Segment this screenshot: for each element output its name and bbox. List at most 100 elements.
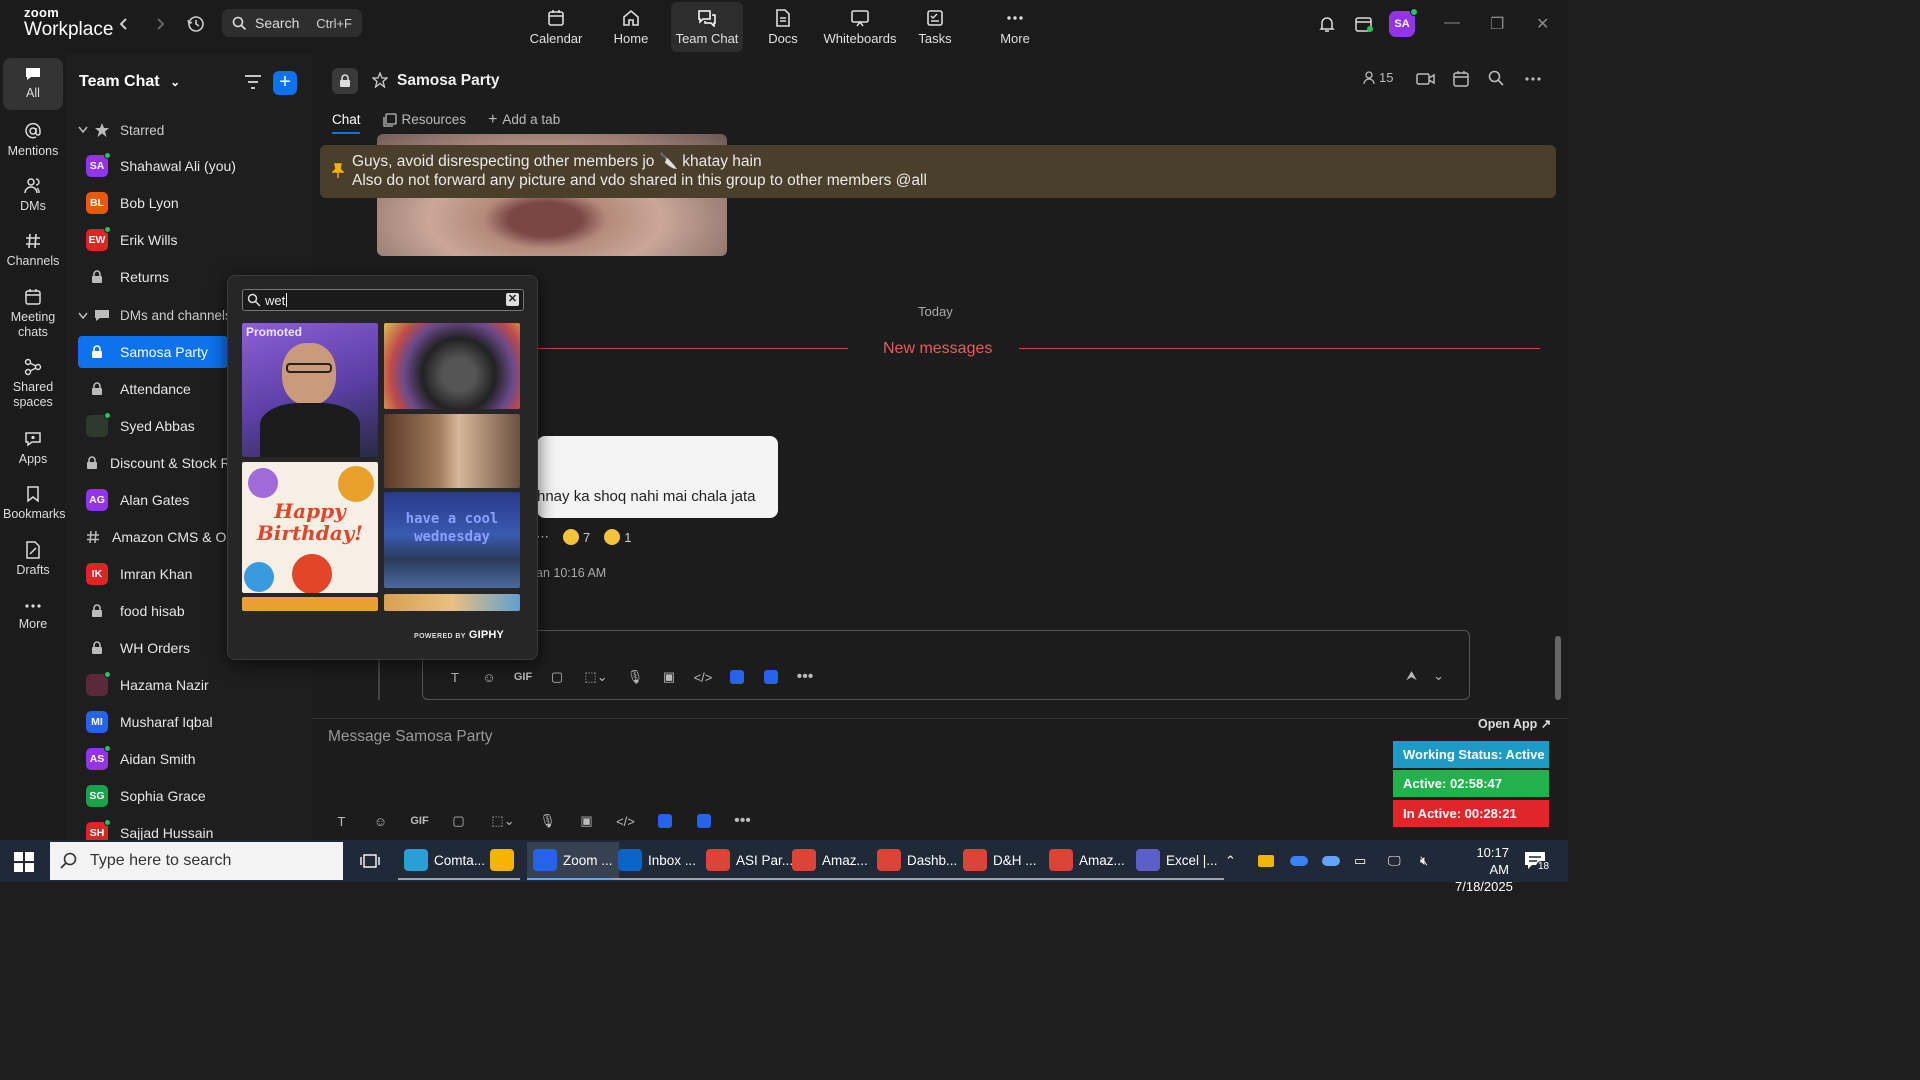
global-search[interactable]: Search Ctrl+F — [222, 9, 362, 37]
chat-scrollbar[interactable] — [1555, 636, 1561, 700]
channel-item[interactable]: Attendance — [78, 373, 228, 405]
text-format-icon[interactable]: T — [322, 814, 361, 829]
rail-item-all[interactable]: All — [3, 58, 63, 110]
video-message-icon[interactable]: ▣ — [567, 813, 606, 829]
channel-item[interactable]: SA Shahawal Ali (you) — [78, 150, 236, 182]
taskbar-app[interactable]: Amaz... — [786, 842, 874, 880]
filter-icon[interactable] — [244, 74, 262, 95]
rail-item-mentions[interactable]: Mentions — [3, 122, 63, 159]
file-icon[interactable]: ▢ — [439, 813, 478, 829]
channel-item[interactable]: Syed Abbas — [78, 410, 228, 442]
nav-tab-tasks[interactable]: Tasks — [899, 2, 971, 52]
channel-item[interactable]: Hazama Nazir — [78, 669, 228, 701]
app-blue-icon-2[interactable] — [684, 814, 723, 828]
taskbar-app[interactable]: Dashb... — [871, 842, 964, 880]
gif-result-birthday[interactable]: Happy Birthday! — [242, 462, 378, 593]
rail-item-dms[interactable]: DMs — [3, 177, 63, 214]
rail-item-meeting-chats[interactable]: Meeting chats — [3, 288, 63, 340]
volume-muted-icon[interactable]: 🔇︎ — [1420, 840, 1428, 882]
reply-composer[interactable] — [422, 630, 1470, 700]
section-starred[interactable]: Starred — [78, 122, 164, 138]
code-icon[interactable]: </> — [686, 670, 720, 685]
nav-tab-home[interactable]: Home — [595, 2, 667, 52]
gif-result-man[interactable] — [384, 414, 520, 488]
app-blue-icon-2[interactable] — [754, 670, 788, 684]
chevron-down-icon[interactable]: ⌄ — [1433, 668, 1444, 684]
screenshot-icon[interactable]: ⬚⌄ — [478, 813, 528, 829]
search-icon[interactable] — [1488, 70, 1504, 86]
reaction-grin[interactable]: 1 — [604, 529, 631, 545]
channel-item[interactable]: MI Musharaf Iqbal — [78, 706, 228, 738]
video-call-icon[interactable] — [1416, 72, 1436, 86]
nav-tab-whiteboards[interactable]: Whiteboards — [822, 2, 898, 52]
taskbar-app[interactable]: Zoom ... — [527, 842, 619, 880]
gif-icon[interactable]: GIF — [400, 815, 439, 827]
minimize-icon[interactable]: — — [1444, 14, 1460, 32]
taskbar-app[interactable] — [484, 842, 520, 880]
pinned-message[interactable]: Guys, avoid disrespecting other members … — [320, 145, 1556, 198]
emoji-icon[interactable]: ☺ — [361, 814, 400, 829]
channel-item[interactable]: BL Bob Lyon — [78, 187, 228, 219]
channel-item[interactable]: Discount & Stock R — [78, 447, 231, 479]
forward-arrow-icon[interactable] — [146, 12, 174, 36]
more-options-icon[interactable]: ••• — [723, 812, 762, 830]
gif-result-confetti[interactable] — [384, 323, 520, 409]
gif-result-promoted[interactable]: Promoted — [242, 323, 378, 457]
channel-item[interactable]: EW Erik Wills — [78, 224, 228, 256]
message-bubble[interactable]: hnay ka shoq nahi mai chala jata — [537, 436, 778, 518]
channel-item[interactable]: SG Sophia Grace — [78, 780, 228, 812]
reaction-laugh[interactable]: 7 — [563, 529, 590, 545]
open-app-link[interactable]: Open App ↗ — [1478, 716, 1551, 731]
rail-item-channels[interactable]: Channels — [3, 232, 63, 269]
star-outline-icon[interactable] — [371, 71, 389, 93]
file-icon[interactable]: ▢ — [540, 669, 574, 685]
rail-item-apps[interactable]: Apps — [3, 430, 63, 467]
channel-item[interactable]: Samosa Party — [78, 336, 228, 368]
gif-result-wednesday[interactable]: have a cool wednesday — [384, 492, 520, 588]
gif-icon[interactable]: GIF — [506, 671, 540, 683]
taskbar-app[interactable]: Comta... — [398, 842, 492, 880]
gif-result-partial[interactable] — [242, 597, 378, 611]
rail-item-more[interactable]: More — [3, 599, 63, 632]
gif-result-partial-2[interactable] — [384, 594, 520, 611]
schedule-icon[interactable] — [1452, 70, 1470, 88]
code-icon[interactable]: </> — [606, 814, 645, 829]
taskbar-app[interactable]: D&H ... — [957, 842, 1043, 880]
channel-item[interactable]: AS Aidan Smith — [78, 743, 228, 775]
taskbar-app[interactable]: Inbox ... — [612, 842, 703, 880]
more-options-icon[interactable]: ••• — [788, 668, 822, 686]
taskbar-app[interactable]: Amaz... — [1043, 842, 1131, 880]
onedrive-icon[interactable] — [1290, 840, 1308, 882]
tab-resources[interactable]: Resources — [382, 112, 466, 127]
rail-item-shared-spaces[interactable]: Shared spaces — [3, 358, 63, 410]
microphone-icon[interactable]: 🎙︎ — [528, 813, 567, 829]
send-icon[interactable]: ⮝ — [1406, 668, 1417, 684]
taskbar-app[interactable]: ASI Par... — [700, 842, 800, 880]
nav-tab-more[interactable]: More — [979, 2, 1051, 52]
tab-chat[interactable]: Chat — [332, 112, 361, 127]
nav-tab-docs[interactable]: Docs — [747, 2, 819, 52]
rail-item-drafts[interactable]: Drafts — [3, 541, 63, 578]
restore-icon[interactable]: ❐ — [1490, 14, 1504, 34]
battery-icon[interactable]: ▭ — [1354, 840, 1366, 882]
app-blue-icon[interactable] — [720, 670, 754, 684]
channel-item[interactable]: Returns — [78, 261, 228, 293]
section-dms-and-channels[interactable]: DMs and channels — [78, 308, 232, 323]
onedrive-icon-2[interactable] — [1322, 840, 1340, 882]
app-blue-icon[interactable] — [645, 814, 684, 828]
video-message-icon[interactable]: ▣ — [652, 669, 686, 685]
task-view-icon[interactable] — [354, 842, 386, 880]
channel-item[interactable]: IK Imran Khan — [78, 558, 228, 590]
more-options-icon[interactable] — [1524, 76, 1542, 82]
channel-item[interactable]: food hisab — [78, 595, 228, 627]
back-arrow-icon[interactable] — [110, 12, 138, 36]
microphone-icon[interactable]: 🎙︎ — [618, 669, 652, 685]
tray-chevron-icon[interactable]: ⌃ — [1225, 840, 1236, 882]
chat-title[interactable]: Samosa Party — [397, 72, 500, 90]
channel-item[interactable]: AG Alan Gates — [78, 484, 228, 516]
bell-icon[interactable] — [1313, 12, 1341, 36]
members-button[interactable]: 15 — [1363, 70, 1393, 85]
nav-tab-calendar[interactable]: Calendar — [520, 2, 592, 52]
taskbar-clock[interactable]: 10:17 AM 7/18/2025 — [1455, 844, 1513, 895]
profile-avatar[interactable]: SA — [1389, 8, 1418, 37]
